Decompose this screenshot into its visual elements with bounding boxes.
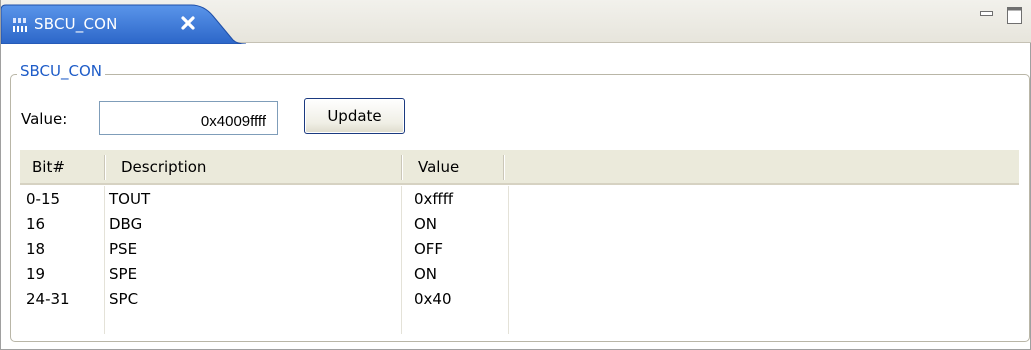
minimize-icon[interactable] bbox=[979, 6, 995, 18]
maximize-icon[interactable] bbox=[1005, 5, 1024, 25]
bit-table: Bit# Description Value 0-15 TOUT 0xffff … bbox=[20, 150, 1019, 334]
value-input[interactable] bbox=[99, 101, 278, 135]
table-row[interactable]: 19 SPE ON bbox=[20, 262, 1019, 287]
cell-bit: 18 bbox=[26, 240, 46, 258]
cell-description: DBG bbox=[109, 215, 143, 233]
register-icon bbox=[12, 16, 30, 34]
cell-description: TOUT bbox=[109, 190, 151, 208]
cell-bit: 19 bbox=[26, 265, 46, 283]
view-tab-bar: SBCU_CON bbox=[1, 0, 1031, 44]
cell-bit: 0-15 bbox=[26, 190, 61, 208]
table-header: Bit# Description Value bbox=[20, 150, 1019, 185]
table-row[interactable]: 16 DBG ON bbox=[20, 212, 1019, 237]
tab-sbcu-con[interactable]: SBCU_CON bbox=[1, 4, 246, 44]
cell-value: 0x40 bbox=[414, 290, 452, 308]
tab-title: SBCU_CON bbox=[34, 15, 118, 33]
cell-value: 0xffff bbox=[414, 190, 454, 208]
update-button[interactable]: Update bbox=[304, 98, 405, 134]
close-icon[interactable] bbox=[179, 14, 197, 32]
cell-description: SPE bbox=[109, 265, 138, 283]
cell-description: SPC bbox=[109, 290, 139, 308]
cell-description: PSE bbox=[109, 240, 138, 258]
column-header-description[interactable]: Description bbox=[121, 158, 206, 176]
column-divider[interactable] bbox=[104, 155, 105, 180]
group-legend: SBCU_CON bbox=[17, 62, 106, 80]
table-row[interactable]: 18 PSE OFF bbox=[20, 237, 1019, 262]
cell-value: ON bbox=[414, 215, 438, 233]
table-row[interactable]: 24-31 SPC 0x40 bbox=[20, 287, 1019, 312]
cell-bit: 16 bbox=[26, 215, 46, 233]
cell-value: ON bbox=[414, 265, 438, 283]
value-label: Value: bbox=[21, 110, 68, 128]
table-row[interactable]: 0-15 TOUT 0xffff bbox=[20, 187, 1019, 212]
column-divider[interactable] bbox=[503, 155, 504, 180]
column-header-value[interactable]: Value bbox=[418, 158, 459, 176]
cell-bit: 24-31 bbox=[26, 290, 70, 308]
cell-value: OFF bbox=[414, 240, 444, 258]
register-view: SBCU_CON SBCU_CON Value: Update Bit# bbox=[0, 0, 1031, 350]
column-header-bit[interactable]: Bit# bbox=[32, 158, 65, 176]
column-divider[interactable] bbox=[401, 155, 402, 180]
